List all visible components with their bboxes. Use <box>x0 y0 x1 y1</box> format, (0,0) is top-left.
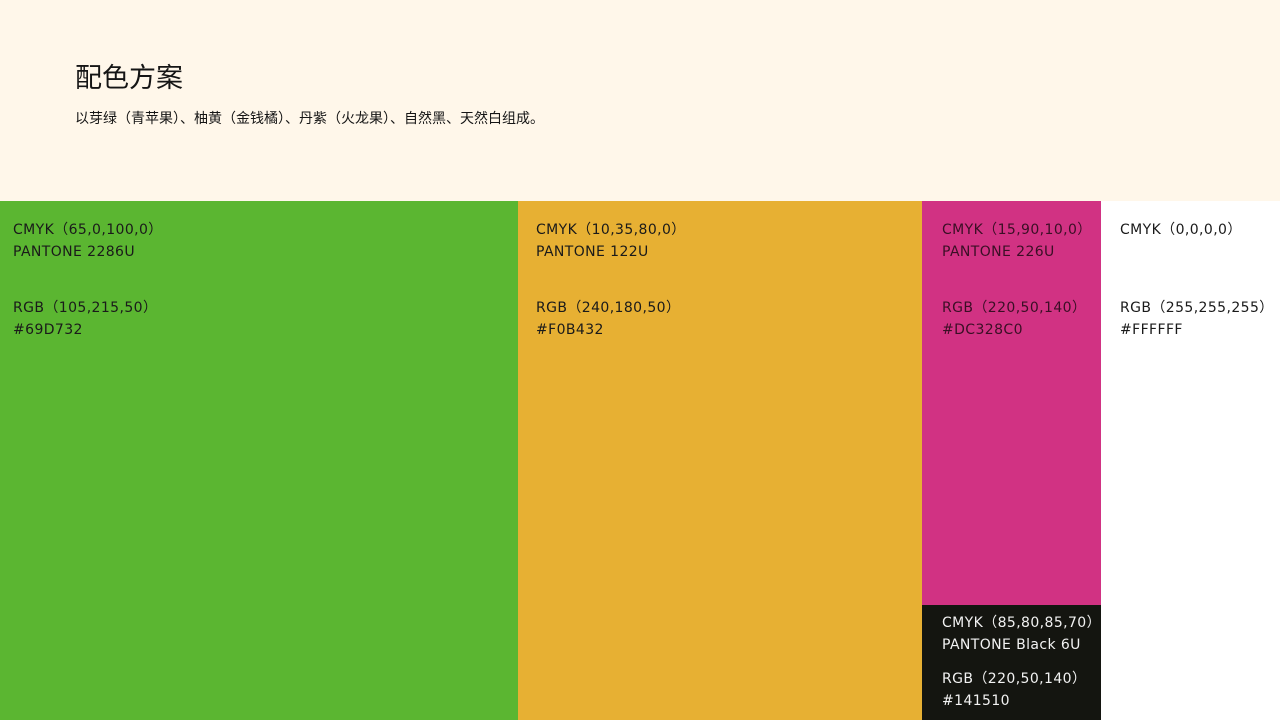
swatch-yellow-print-specs: CMYK（10,35,80,0） PANTONE 122U <box>536 219 686 263</box>
swatch-white-hex: #FFFFFF <box>1120 322 1183 338</box>
swatch-black-hex: #141510 <box>942 693 1010 709</box>
swatch-yellow-rgb: RGB（240,180,50） <box>536 300 681 316</box>
swatch-black-rgb: RGB（220,50,140） <box>942 671 1087 687</box>
swatch-black-print-specs: CMYK（85,80,85,70） PANTONE Black 6U <box>942 612 1101 656</box>
swatch-black-cmyk: CMYK（85,80,85,70） <box>942 615 1101 631</box>
swatch-pink-print-specs: CMYK（15,90,10,0） PANTONE 226U <box>942 219 1092 263</box>
swatch-pink-screen-specs: RGB（220,50,140） #DC328C0 <box>942 297 1086 341</box>
swatch-white-rgb: RGB（255,255,255） <box>1120 300 1274 316</box>
header-area: 配色方案 以芽绿（青苹果）、柚黄（金钱橘）、丹紫（火龙果）、自然黑、天然白组成。 <box>0 0 1280 201</box>
swatch-black-pantone: PANTONE Black 6U <box>942 637 1081 653</box>
swatch-pink: CMYK（15,90,10,0） PANTONE 226U RGB（220,50… <box>922 201 1101 605</box>
swatch-yellow-pantone: PANTONE 122U <box>536 244 649 260</box>
swatch-yellow-hex: #F0B432 <box>536 322 604 338</box>
page-title: 配色方案 <box>75 63 183 94</box>
swatch-green-hex: #69D732 <box>13 322 83 338</box>
swatch-black: CMYK（85,80,85,70） PANTONE Black 6U RGB（2… <box>922 605 1101 720</box>
swatch-pink-hex: #DC328C0 <box>942 322 1023 338</box>
swatch-green-screen-specs: RGB（105,215,50） #69D732 <box>13 297 157 341</box>
swatch-yellow: CMYK（10,35,80,0） PANTONE 122U RGB（240,18… <box>518 201 922 720</box>
swatch-white: CMYK（0,0,0,0） RGB（255,255,255） #FFFFFF <box>1101 201 1280 720</box>
page-subtitle: 以芽绿（青苹果）、柚黄（金钱橘）、丹紫（火龙果）、自然黑、天然白组成。 <box>75 111 544 127</box>
swatch-pink-rgb: RGB（220,50,140） <box>942 300 1087 316</box>
swatch-pink-pantone: PANTONE 226U <box>942 244 1055 260</box>
swatch-green: CMYK（65,0,100,0） PANTONE 2286U RGB（105,2… <box>0 201 518 720</box>
swatch-black-screen-specs: RGB（220,50,140） #141510 <box>942 668 1086 712</box>
swatch-yellow-cmyk: CMYK（10,35,80,0） <box>536 222 686 238</box>
swatch-green-cmyk: CMYK（65,0,100,0） <box>13 222 163 238</box>
swatch-yellow-screen-specs: RGB（240,180,50） #F0B432 <box>536 297 680 341</box>
swatch-white-cmyk: CMYK（0,0,0,0） <box>1120 222 1242 238</box>
swatch-green-rgb: RGB（105,215,50） <box>13 300 158 316</box>
swatch-pink-cmyk: CMYK（15,90,10,0） <box>942 222 1092 238</box>
swatch-green-pantone: PANTONE 2286U <box>13 244 136 260</box>
swatch-white-print-specs: CMYK（0,0,0,0） <box>1120 219 1242 241</box>
swatch-white-screen-specs: RGB（255,255,255） #FFFFFF <box>1120 297 1274 341</box>
swatch-green-print-specs: CMYK（65,0,100,0） PANTONE 2286U <box>13 219 163 263</box>
